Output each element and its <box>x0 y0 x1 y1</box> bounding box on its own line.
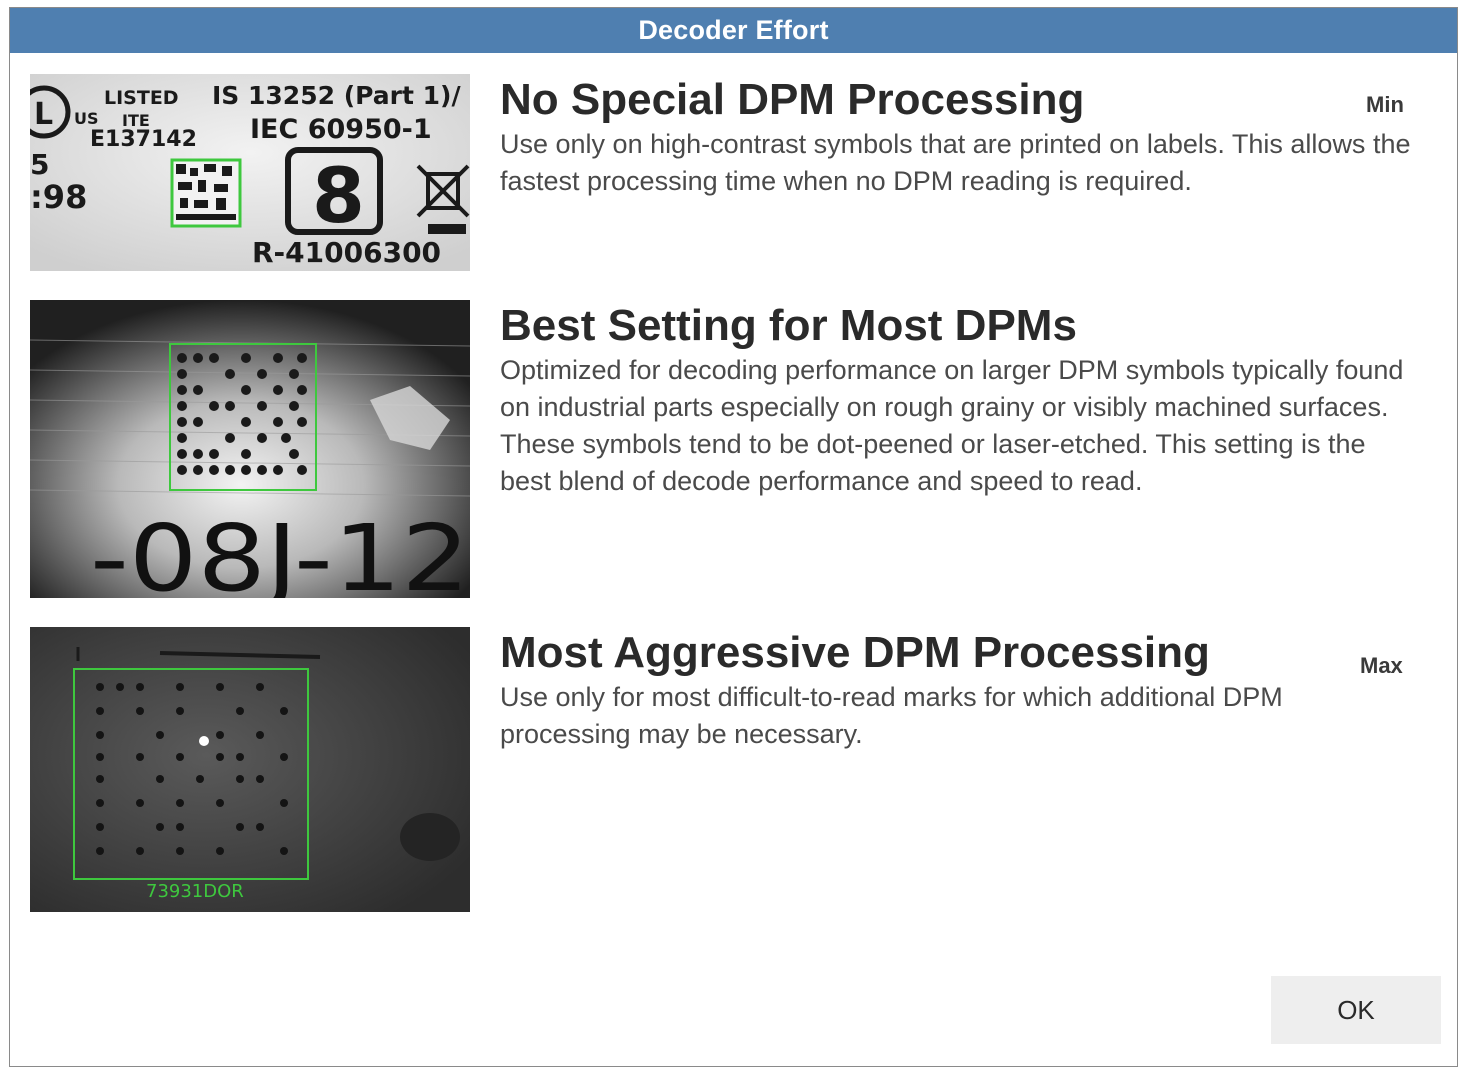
option-text: Best Setting for Most DPMs Optimized for… <box>500 300 1420 500</box>
registration-text: R-41006300 <box>252 236 441 269</box>
standard-text: IS 13252 (Part 1)/ <box>212 81 461 110</box>
option-no-special-dpm[interactable]: L LISTED US ITE E137142 IS 13252 (Part 1… <box>30 74 1440 274</box>
option-text: Most Aggressive DPM Processing Use only … <box>500 627 1420 753</box>
option-heading: Best Setting for Most DPMs <box>500 301 1077 350</box>
option-description: Use only on high-contrast symbols that a… <box>500 129 1411 196</box>
decoder-effort-dialog: Decoder Effort L LISTED US ITE E137142 I <box>9 7 1458 1067</box>
iec-text: IEC 60950-1 <box>250 114 432 145</box>
part-number-text: -08J-12 <box>90 505 470 598</box>
level-max-label: Max <box>1360 653 1403 678</box>
dot-peened-part-image: -08J-12 <box>30 300 470 598</box>
ok-button[interactable]: OK <box>1271 976 1441 1044</box>
us-text: US <box>74 109 99 128</box>
left-bottom-text: :98 <box>30 178 87 216</box>
dialog-title: Decoder Effort <box>10 8 1457 53</box>
svg-text:L: L <box>34 97 53 132</box>
option-description: Optimized for decoding performance on la… <box>500 355 1404 496</box>
datamatrix-symbol <box>170 158 242 228</box>
svg-text:8: 8 <box>312 151 365 240</box>
option-heading: Most Aggressive DPM Processing <box>500 628 1210 677</box>
option-best-setting[interactable]: -08J-12 Best Setting for Most DPMs Optim… <box>30 300 1440 600</box>
option-heading: No Special DPM Processing <box>500 75 1085 124</box>
laser-etched-symbol-image: 73931DOR <box>30 627 470 912</box>
option-text: No Special DPM Processing Use only on hi… <box>500 74 1420 200</box>
option-description: Use only for most difficult-to-read mark… <box>500 682 1283 749</box>
level-min-label: Min <box>1366 92 1404 117</box>
file-number-text: E137142 <box>90 127 197 152</box>
option-most-aggressive[interactable]: 73931DOR Most Aggressive DPM Processing … <box>30 627 1440 917</box>
listed-text: LISTED <box>104 87 179 109</box>
decoded-text: 73931DOR <box>146 881 244 902</box>
left-top-text: 5 <box>30 148 49 181</box>
label-symbol-image: L LISTED US ITE E137142 IS 13252 (Part 1… <box>30 74 470 271</box>
